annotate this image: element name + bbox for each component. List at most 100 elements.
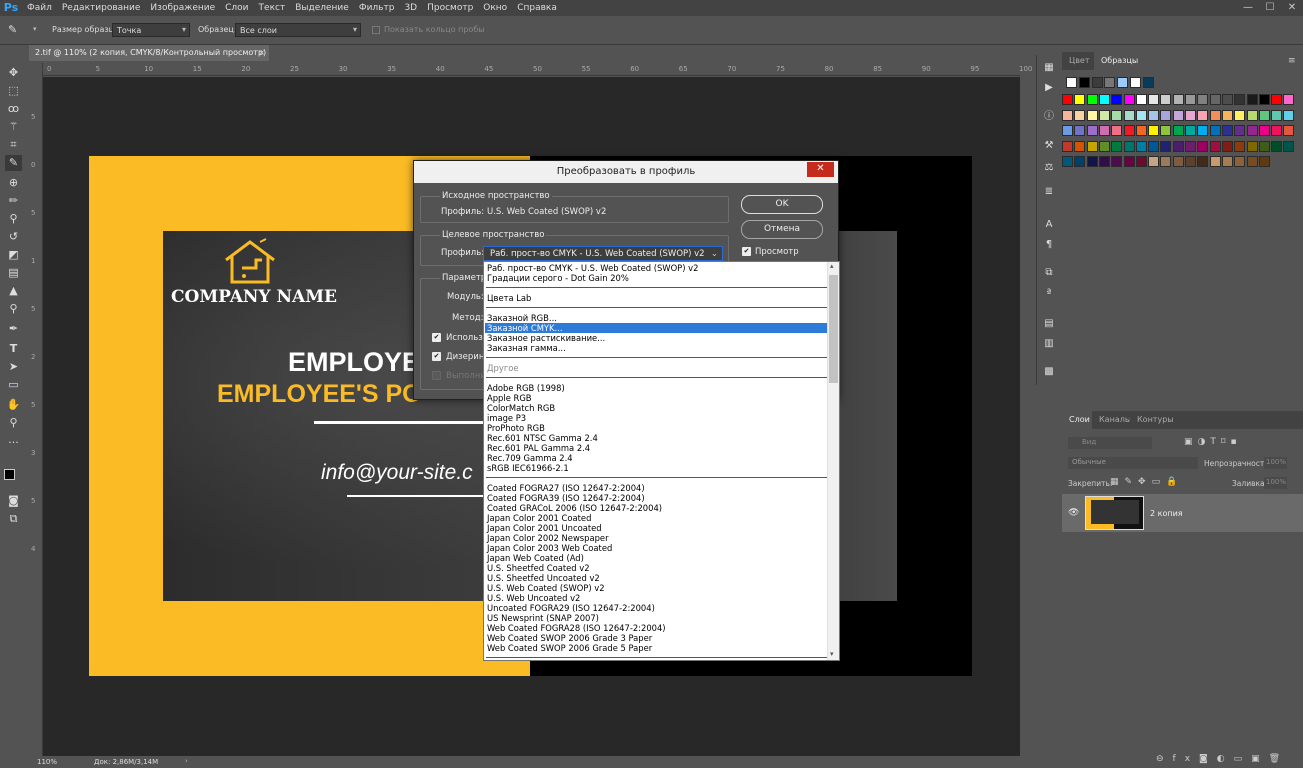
color-swatch[interactable] (1209, 125, 1221, 136)
color-swatch[interactable] (1074, 140, 1086, 152)
color-swatch[interactable] (1258, 156, 1270, 167)
scroll-down-icon[interactable]: ▾ (830, 650, 834, 658)
color-swatch[interactable] (1197, 125, 1209, 136)
color-swatch[interactable] (1221, 125, 1233, 136)
menu-layer[interactable]: Слои (220, 0, 253, 16)
color-swatch[interactable] (1234, 125, 1246, 136)
menu-type[interactable]: Текст (254, 0, 291, 16)
color-swatch[interactable] (1185, 125, 1196, 136)
color-swatch[interactable] (1160, 94, 1172, 105)
color-swatch[interactable] (1197, 109, 1209, 121)
eyedropper-icon[interactable]: ✎ (8, 23, 17, 36)
profile-option[interactable]: US Newsprint (SNAP 2007) (487, 613, 599, 623)
profile-option[interactable]: Web Coated SWOP 2006 Grade 5 Paper (487, 643, 652, 653)
profile-option[interactable]: Заказное растискивание... (487, 333, 605, 343)
history-brush-tool-icon[interactable]: ↺ (5, 229, 22, 245)
color-swatch[interactable] (1172, 125, 1184, 136)
color-swatch[interactable] (1148, 109, 1160, 121)
color-swatch[interactable] (1172, 140, 1184, 152)
color-swatch[interactable] (1148, 156, 1160, 167)
color-swatch[interactable] (1197, 94, 1209, 105)
color-swatch[interactable] (1160, 140, 1172, 152)
profile-option[interactable]: sRGB IEC61966-2.1 (487, 463, 569, 473)
color-swatch[interactable] (1160, 125, 1172, 136)
eye-icon[interactable]: 👁 (1068, 508, 1079, 518)
profile-option[interactable]: Раб. прост-во CMYK - U.S. Web Coated (SW… (487, 263, 698, 273)
color-swatch[interactable] (1258, 94, 1270, 105)
profile-option[interactable]: Заказная гамма... (487, 343, 566, 353)
sample-select[interactable]: Все слои (235, 23, 361, 37)
color-swatch[interactable] (1062, 109, 1073, 121)
color-swatch[interactable] (1098, 109, 1110, 121)
color-swatch[interactable] (1197, 140, 1209, 152)
profile-option[interactable]: Japan Color 2003 Web Coated (487, 543, 612, 553)
color-swatch[interactable] (1172, 156, 1184, 167)
color-swatch[interactable] (1258, 109, 1270, 121)
color-swatch[interactable] (1117, 77, 1129, 88)
tab-color[interactable]: Цвет (1062, 52, 1097, 70)
color-swatch[interactable] (1123, 125, 1135, 136)
profile-option[interactable]: Adobe RGB (1998) (487, 383, 565, 393)
maximize-button[interactable]: ☐ (1259, 0, 1281, 16)
color-swatch[interactable] (1111, 109, 1123, 121)
dodge-tool-icon[interactable]: ⚲ (5, 301, 22, 317)
color-swatch[interactable] (1148, 94, 1160, 105)
foreground-color-swatch[interactable] (4, 469, 15, 480)
color-swatch[interactable] (1234, 94, 1246, 105)
color-swatch[interactable] (1234, 109, 1246, 121)
color-swatch[interactable] (1123, 109, 1135, 121)
move-tool-icon[interactable]: ✥ (5, 65, 22, 81)
color-swatch[interactable] (1221, 156, 1233, 167)
color-swatch[interactable] (1091, 77, 1103, 88)
menu-window[interactable]: Окно (478, 0, 512, 16)
tab-swatches[interactable]: Образцы (1094, 52, 1146, 70)
profile-option[interactable]: Заказной CMYK... (485, 323, 828, 333)
character-panel-icon[interactable]: A (1041, 218, 1057, 232)
color-swatch[interactable] (1135, 94, 1147, 105)
color-swatch[interactable] (1185, 140, 1196, 152)
notes-panel-icon[interactable]: ▥ (1041, 337, 1057, 351)
color-swatch[interactable] (1123, 156, 1135, 167)
color-swatch[interactable] (1283, 109, 1295, 121)
chevron-down-icon[interactable]: ▾ (33, 25, 37, 33)
zoom-tool-icon[interactable]: ⚲ (5, 415, 22, 431)
color-swatch[interactable] (1111, 94, 1123, 105)
color-swatch[interactable] (1160, 109, 1172, 121)
color-swatch[interactable] (1209, 156, 1221, 167)
color-swatch[interactable] (1098, 94, 1110, 105)
color-swatch[interactable] (1135, 125, 1147, 136)
type-tool-icon[interactable]: T (5, 341, 22, 357)
profile-option[interactable]: ColorMatch RGB (487, 403, 555, 413)
profile-option[interactable]: Rec.601 NTSC Gamma 2.4 (487, 433, 598, 443)
pen-tool-icon[interactable]: ✒ (5, 321, 22, 337)
clone-stamp-tool-icon[interactable]: ⚲ (5, 211, 22, 227)
glyphs-panel-icon[interactable]: ⧉ (1041, 266, 1057, 280)
profile-option[interactable]: Web Coated FOGRA28 (ISO 12647-2:2004) (487, 623, 666, 633)
lasso-tool-icon[interactable]: ꝏ (5, 101, 22, 117)
color-swatch[interactable] (1062, 125, 1073, 136)
color-swatch[interactable] (1221, 140, 1233, 152)
color-swatch[interactable] (1172, 94, 1184, 105)
layer-kind-filter[interactable]: Вид (1068, 437, 1152, 449)
profile-option[interactable]: Uncoated FOGRA29 (ISO 12647-2:2004) (487, 603, 655, 613)
actions-panel-icon[interactable]: ▶ (1041, 81, 1057, 95)
color-swatch[interactable] (1271, 140, 1283, 152)
color-swatch[interactable] (1221, 94, 1233, 105)
menu-file[interactable]: Файл (22, 0, 57, 16)
color-swatch[interactable] (1135, 140, 1147, 152)
quick-mask-icon[interactable]: ◙ (5, 493, 22, 509)
color-swatch[interactable] (1074, 109, 1086, 121)
color-swatch[interactable] (1111, 156, 1123, 167)
healing-tool-icon[interactable]: ⊕ (5, 175, 22, 191)
more-tools-icon[interactable]: ··· (5, 435, 22, 451)
color-swatch[interactable] (1074, 125, 1086, 136)
use-bpc-checkbox[interactable]: ✔ (432, 333, 441, 342)
color-swatch[interactable] (1221, 109, 1233, 121)
color-swatch[interactable] (1111, 125, 1123, 136)
color-swatch[interactable] (1135, 156, 1147, 167)
ok-button[interactable]: OK (741, 195, 823, 214)
profile-option[interactable]: Rec.601 PAL Gamma 2.4 (487, 443, 590, 453)
rectangle-tool-icon[interactable]: ▭ (5, 377, 22, 393)
profile-option[interactable]: Japan Web Coated (Ad) (487, 553, 584, 563)
color-swatch[interactable] (1258, 140, 1270, 152)
